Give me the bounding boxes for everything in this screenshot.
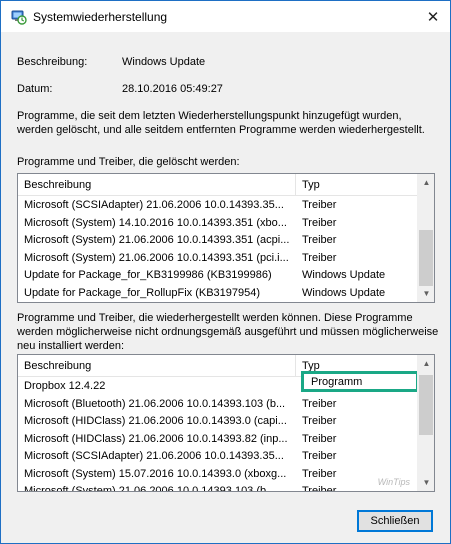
restored-programs-list[interactable]: Beschreibung Typ Dropbox 12.4.22Programm… — [17, 354, 435, 492]
deleted-programs-list[interactable]: Beschreibung Typ Microsoft (SCSIAdapter)… — [17, 173, 435, 303]
cell-description: Microsoft (System) 21.06.2006 10.0.14393… — [24, 485, 276, 492]
description-label: Beschreibung: — [17, 56, 88, 68]
list-row[interactable]: Microsoft (SCSIAdapter) 21.06.2006 10.0.… — [18, 197, 418, 215]
restored-section-heading-line3: neu installiert werden: — [17, 340, 125, 352]
restored-section-heading-line2: werden möglicherweise nicht ordnungsgemä… — [17, 326, 439, 338]
title-bar: Systemwiederherstellung ✕ — [1, 1, 450, 32]
scroll-down-icon[interactable]: ▼ — [418, 285, 434, 302]
list-row[interactable]: Microsoft (SCSIAdapter) 21.06.2006 10.0.… — [18, 448, 418, 466]
restored-rows: Dropbox 12.4.22 Programm Microsoft (Blueto… — [18, 378, 418, 492]
date-label: Datum: — [17, 83, 53, 95]
deleted-rows: Microsoft (SCSIAdapter) 21.06.2006 10.0.… — [18, 197, 418, 302]
cell-type: Treiber — [302, 199, 337, 211]
cell-type: Treiber — [302, 397, 337, 410]
cell-description: Microsoft (System) 14.10.2016 10.0.14393… — [24, 216, 287, 229]
cell-description: Dropbox 12.4.22 — [24, 380, 106, 392]
vertical-scrollbar[interactable]: ▲ ▼ — [417, 174, 434, 302]
list-row[interactable]: Microsoft (System) 21.06.2006 10.0.14393… — [18, 232, 418, 250]
list-header: Beschreibung Typ — [18, 174, 418, 196]
scrollbar-thumb[interactable] — [419, 230, 433, 286]
cell-description: Microsoft (SCSIAdapter) 21.06.2006 10.0.… — [24, 450, 284, 462]
list-row[interactable]: Microsoft (HIDClass) 21.06.2006 10.0.143… — [18, 413, 418, 431]
list-row[interactable]: Microsoft (System) 21.06.2006 10.0.14393… — [18, 250, 418, 268]
close-icon[interactable]: ✕ — [416, 1, 450, 32]
cell-description: Microsoft (HIDClass) 21.06.2006 10.0.143… — [24, 415, 287, 427]
list-row[interactable]: Update for Package_for_KB3199986 (KB3199… — [18, 267, 418, 285]
vertical-scrollbar[interactable]: ▲ ▼ — [417, 355, 434, 491]
cell-type: Treiber — [302, 432, 337, 445]
list-row[interactable]: Update for Package_for_RollupFix (KB3197… — [18, 285, 418, 303]
list-row[interactable]: Microsoft (HIDClass) 21.06.2006 10.0.143… — [18, 431, 418, 449]
column-divider[interactable] — [295, 355, 296, 377]
scrollbar-thumb[interactable] — [419, 375, 433, 435]
description-value: Windows Update — [122, 56, 206, 68]
column-header-description[interactable]: Beschreibung — [24, 360, 91, 372]
scroll-down-icon[interactable]: ▼ — [418, 474, 434, 491]
close-button[interactable]: Schließen — [357, 510, 433, 532]
system-restore-icon — [11, 10, 27, 25]
cell-description: Microsoft (System) 21.06.2006 10.0.14393… — [24, 234, 290, 246]
cell-description: Update for Package_for_KB3199986 (KB3199… — [24, 269, 272, 281]
column-divider[interactable] — [295, 174, 296, 196]
watermark-logo: WinTips — [377, 477, 410, 487]
cell-description: Microsoft (System) 21.06.2006 10.0.14393… — [24, 251, 289, 264]
intro-text-line2: werden gelöscht, und alle seitdem entfer… — [17, 124, 425, 136]
highlighted-type-label: Programm — [311, 376, 363, 388]
system-restore-dialog: Systemwiederherstellung ✕ Beschreibung: … — [0, 0, 451, 544]
column-header-type[interactable]: Typ — [302, 179, 320, 191]
cell-type: Treiber — [302, 216, 337, 229]
column-header-description[interactable]: Beschreibung — [24, 179, 91, 191]
deleted-section-heading: Programme und Treiber, die gelöscht werd… — [17, 156, 240, 168]
scroll-up-icon[interactable]: ▲ — [418, 174, 434, 191]
list-row[interactable]: Microsoft (System) 15.07.2016 10.0.14393… — [18, 466, 418, 484]
date-value: 28.10.2016 05:49:27 — [122, 83, 223, 95]
cell-type: Windows Update — [302, 269, 386, 281]
cell-description: Microsoft (System) 15.07.2016 10.0.14393… — [24, 467, 287, 480]
list-row[interactable]: Microsoft (Bluetooth) 21.06.2006 10.0.14… — [18, 396, 418, 414]
cell-description: Microsoft (Bluetooth) 21.06.2006 10.0.14… — [24, 397, 286, 410]
scroll-up-icon[interactable]: ▲ — [418, 355, 434, 372]
cell-description: Microsoft (HIDClass) 21.06.2006 10.0.143… — [24, 432, 288, 445]
cell-type: Treiber — [302, 415, 337, 427]
cell-type: Treiber — [302, 251, 337, 264]
highlighted-type-callout: Programm — [301, 371, 419, 392]
dialog-content: Beschreibung: Windows Update Datum: 28.1… — [1, 32, 450, 543]
window-title: Systemwiederherstellung — [33, 10, 168, 24]
intro-text-line1: Programme, die seit dem letzten Wiederhe… — [17, 110, 402, 122]
restored-section-heading-line1: Programme und Treiber, die wiederhergest… — [17, 312, 413, 324]
cell-type: Treiber — [302, 450, 337, 462]
cell-type: Windows Update — [302, 286, 386, 299]
cell-description: Update for Package_for_RollupFix (KB3197… — [24, 286, 261, 299]
cell-description: Microsoft (SCSIAdapter) 21.06.2006 10.0.… — [24, 199, 284, 211]
list-row[interactable]: Microsoft (System) 21.06.2006 10.0.14393… — [18, 483, 418, 492]
cell-type: Treiber — [302, 234, 337, 246]
list-row[interactable]: Microsoft (System) 14.10.2016 10.0.14393… — [18, 215, 418, 233]
